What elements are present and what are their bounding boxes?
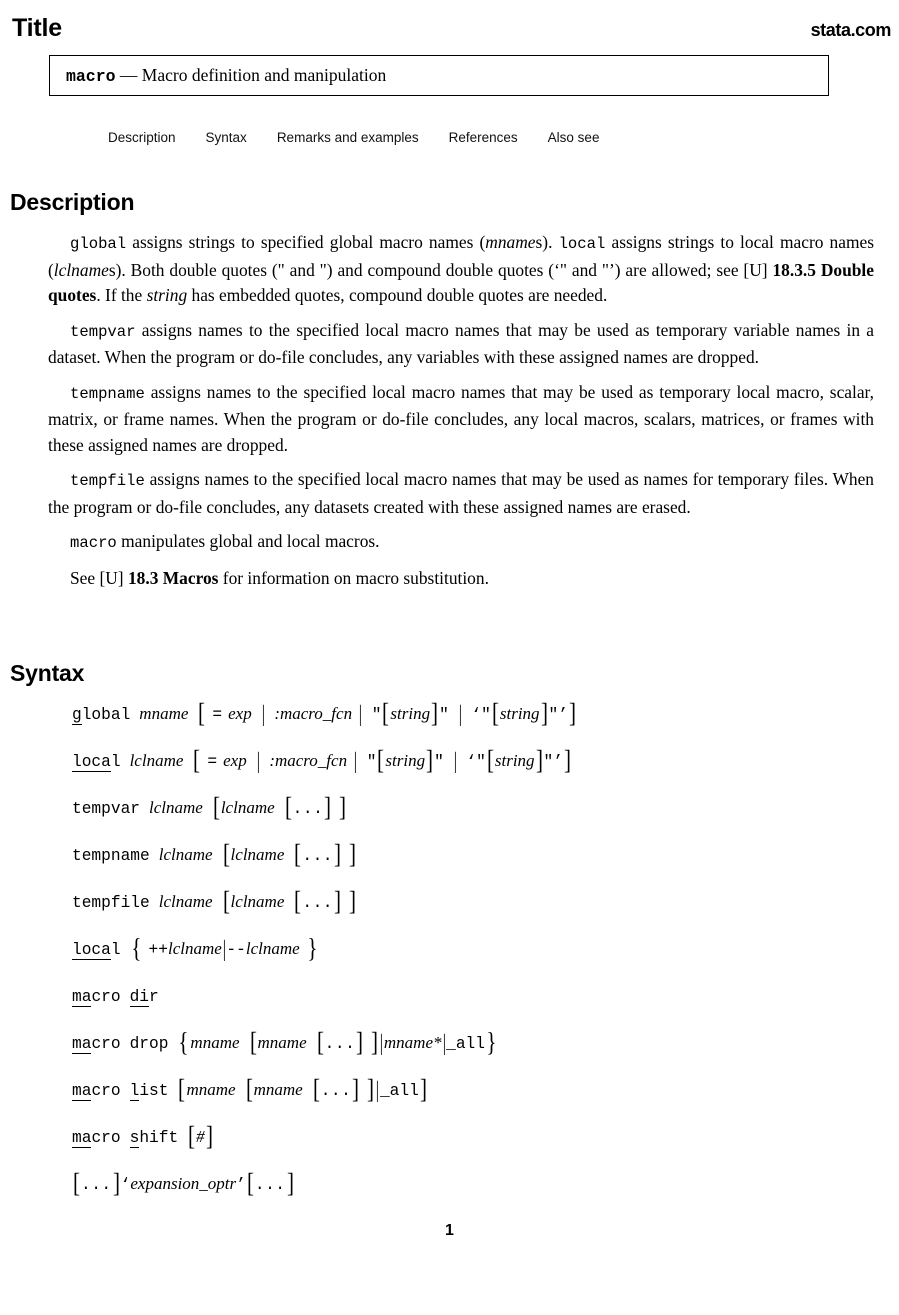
kw-macro: macro: [70, 534, 117, 552]
section-nav: Description Syntax Remarks and examples Ref…: [108, 130, 808, 145]
syntax-line-macro-dir: macro dir: [72, 988, 159, 1007]
nav-item-description[interactable]: Description: [108, 130, 176, 145]
description-paragraph-global: global assigns strings to specified glob…: [48, 232, 874, 305]
syntax-line-macro-list: macro list [mname [mname [...]]|_all]: [72, 1074, 427, 1104]
description-heading: Description: [10, 189, 135, 215]
syntax-line-expansion-operator: [...]‘expansion_optr’[...]: [72, 1168, 294, 1198]
syntax-line-tempvar: tempvar lclname [lclname [...]]: [72, 792, 347, 822]
syntax-line-macro-drop: macro drop {mname [mname [...]]|mname*|_all}: [72, 1027, 497, 1057]
syntax-line-tempname: tempname lclname [lclname [...]]: [72, 839, 357, 869]
page-header: Title stata.com: [0, 14, 899, 48]
description-paragraph-tempname: tempname assigns names to the specified …: [48, 381, 874, 455]
kw-global: global: [70, 235, 127, 253]
command-title-text: macro — Macro definition and manipulatio…: [66, 65, 386, 86]
syntax-heading: Syntax: [10, 660, 85, 686]
kw-tempname: tempname: [70, 384, 145, 403]
syntax-line-macro-shift: macro shift [#]: [72, 1121, 213, 1151]
stata-com-logo: stata.com: [810, 20, 892, 40]
description-paragraph-see-also: See [U] 18.3 Macros for information on m…: [70, 567, 489, 588]
syntax-line-local-increment: local{++lclname|--lclname}: [72, 933, 318, 963]
nav-item-remarks-and-examples[interactable]: Remarks and examples: [277, 130, 419, 145]
page-title: Title: [12, 14, 62, 42]
kw-tempvar: tempvar: [70, 322, 136, 341]
nav-item-references[interactable]: References: [449, 130, 518, 145]
kw-local: local: [558, 235, 606, 253]
ref-macros[interactable]: 18.3 Macros: [128, 568, 218, 588]
command-name: macro: [66, 67, 116, 86]
description-paragraph-tempvar: tempvar assigns names to the specified l…: [48, 319, 874, 368]
page-number: 1: [445, 1222, 454, 1239]
syntax-line-local: local lclname[= exp |:macro_fcn | "[string]" |…: [72, 745, 571, 775]
description-paragraph-tempfile: tempfile assigns names to the specified …: [48, 469, 874, 517]
command-description: Macro definition and manipulation: [141, 65, 387, 85]
nav-item-also-see[interactable]: Also see: [548, 130, 600, 145]
syntax-line-tempfile: tempfile lclname [lclname [...]]: [72, 886, 357, 916]
description-body: global assigns strings to specified glob…: [48, 230, 874, 591]
syntax-body: global mname[= exp |:macro_fcn | "[string]" | ‘…: [72, 698, 872, 1219]
title-dash: —: [119, 65, 138, 85]
nav-item-syntax[interactable]: Syntax: [206, 130, 247, 145]
description-paragraph-macro: macro manipulates global and local macro…: [70, 531, 380, 552]
command-title-box: macro — Macro definition and manipulatio…: [49, 55, 829, 96]
syntax-line-global: global mname[= exp |:macro_fcn | "[string]" | ‘…: [72, 698, 576, 728]
kw-tempfile: tempfile: [70, 472, 145, 490]
